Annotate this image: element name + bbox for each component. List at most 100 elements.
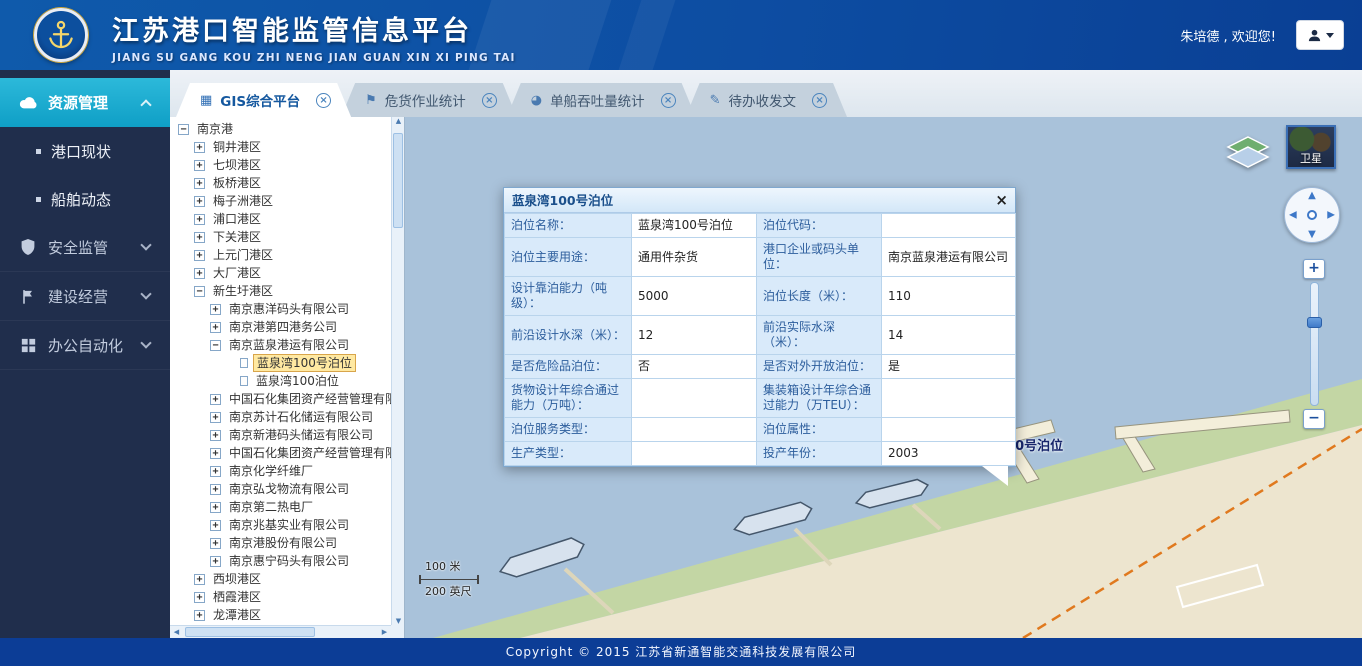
scroll-right-icon[interactable]: ▶	[378, 626, 391, 639]
tree-node[interactable]: +栖霞港区	[194, 588, 391, 606]
tree-expand-icon[interactable]: +	[210, 322, 221, 333]
map-type-button[interactable]	[1226, 135, 1270, 171]
tree-node[interactable]: +浦口港区	[194, 210, 391, 228]
tree-expand-icon[interactable]: +	[210, 412, 221, 423]
tree-node[interactable]: +中国石化集团资产经营管理有限公司	[210, 390, 391, 408]
table-row: 是否危险品泊位： 否 是否对外开放泊位： 是	[505, 355, 1016, 379]
tree-node[interactable]: +南京第二热电厂	[210, 498, 391, 516]
tab-close-icon[interactable]: ×	[812, 93, 827, 108]
document-icon: ✎	[710, 93, 721, 108]
scroll-left-icon[interactable]: ◀	[170, 626, 183, 639]
popup-close-button[interactable]: ×	[995, 191, 1008, 209]
sidebar-item-ship-dynamics[interactable]: 船舶动态	[0, 175, 170, 223]
tree-expand-icon[interactable]: +	[194, 232, 205, 243]
tab-ship-throughput-stats[interactable]: ◕ 单船吞吐量统计 ×	[507, 83, 696, 117]
tree-collapse-icon[interactable]: −	[194, 286, 205, 297]
tree-node[interactable]: 蓝泉湾100泊位	[240, 372, 391, 390]
sidebar-item-office-automation[interactable]: 办公自动化	[0, 321, 170, 370]
tree-node[interactable]: +南京新港码头储运有限公司	[210, 426, 391, 444]
tree-leaf-icon	[240, 358, 248, 368]
tab-close-icon[interactable]: ×	[316, 93, 331, 108]
tree-node[interactable]: +南京港第四港务公司	[210, 318, 391, 336]
tree-node[interactable]: −新生圩港区	[194, 282, 391, 300]
tree-expand-icon[interactable]: +	[194, 178, 205, 189]
tab-close-icon[interactable]: ×	[661, 93, 676, 108]
tree-collapse-icon[interactable]: −	[210, 340, 221, 351]
zoom-slider-handle[interactable]	[1307, 317, 1322, 328]
tree-expand-icon[interactable]: +	[210, 556, 221, 567]
scroll-up-icon[interactable]: ▲	[392, 117, 405, 125]
tree-node[interactable]: +南京苏计石化储运有限公司	[210, 408, 391, 426]
scrollbar-thumb[interactable]	[393, 133, 403, 228]
zoom-slider[interactable]	[1310, 282, 1319, 406]
tree-expand-icon[interactable]: +	[210, 538, 221, 549]
tree-node[interactable]: +板桥港区	[194, 174, 391, 192]
tree-node[interactable]: −南京蓝泉港运有限公司	[210, 336, 391, 354]
tree-expand-icon[interactable]: +	[210, 430, 221, 441]
tab-gis-platform[interactable]: ▦ GIS综合平台 ×	[176, 83, 351, 117]
tree-node[interactable]: +西坝港区	[194, 570, 391, 588]
tree-horizontal-scrollbar[interactable]: ◀ ▶	[170, 625, 391, 638]
tree-collapse-icon[interactable]: −	[178, 124, 189, 135]
tab-pending-documents[interactable]: ✎ 待办收发文 ×	[686, 83, 847, 117]
tree-node[interactable]: +梅子洲港区	[194, 192, 391, 210]
tree-node[interactable]: +铜井港区	[194, 138, 391, 156]
tree-expand-icon[interactable]: +	[194, 610, 205, 621]
tree-node[interactable]: +中国石化集团资产经营管理有限公司	[210, 444, 391, 462]
tree-expand-icon[interactable]: +	[194, 142, 205, 153]
tree-expand-icon[interactable]: +	[194, 214, 205, 225]
tree-node[interactable]: +七坝港区	[194, 156, 391, 174]
satellite-view-button[interactable]: 卫星	[1286, 125, 1336, 169]
tree-node-selected[interactable]: 蓝泉湾100号泊位	[240, 354, 391, 372]
tree-expand-icon[interactable]: +	[194, 592, 205, 603]
tree-expand-icon[interactable]: +	[210, 394, 221, 405]
zoom-out-button[interactable]: −	[1303, 409, 1325, 429]
pan-left-icon[interactable]: ◀	[1289, 210, 1297, 221]
tree-node[interactable]: +下关港区	[194, 228, 391, 246]
zoom-in-button[interactable]: +	[1303, 259, 1325, 279]
pan-up-icon[interactable]: ▲	[1308, 190, 1316, 201]
tree-node[interactable]: +大厂港区	[194, 264, 391, 282]
scrollbar-thumb[interactable]	[185, 627, 315, 637]
tree-expand-icon[interactable]: +	[194, 196, 205, 207]
tab-dangerous-cargo-stats[interactable]: ⚑ 危货作业统计 ×	[341, 83, 517, 117]
tree-expand-icon[interactable]: +	[210, 520, 221, 531]
tree-node[interactable]: +上元门港区	[194, 246, 391, 264]
tree-expand-icon[interactable]: +	[194, 268, 205, 279]
tree-node[interactable]: +南京惠洋码头有限公司	[210, 300, 391, 318]
tree-node[interactable]: +南京惠宁码头有限公司	[210, 552, 391, 570]
sidebar-item-resource-management[interactable]: 资源管理	[0, 78, 170, 127]
tree-expand-icon[interactable]: +	[194, 250, 205, 261]
tree-expand-icon[interactable]: +	[210, 466, 221, 477]
pan-right-icon[interactable]: ▶	[1327, 210, 1335, 221]
tab-close-icon[interactable]: ×	[482, 93, 497, 108]
tree-node[interactable]: +南京化学纤维厂	[210, 462, 391, 480]
tree-expand-icon[interactable]: +	[210, 484, 221, 495]
pan-down-icon[interactable]: ▼	[1308, 229, 1316, 240]
user-menu-button[interactable]	[1296, 20, 1344, 50]
tree-node[interactable]: +南京港股份有限公司	[210, 534, 391, 552]
chevron-down-icon	[140, 288, 151, 299]
sidebar-item-port-status[interactable]: 港口现状	[0, 127, 170, 175]
tree-expand-icon[interactable]: +	[210, 502, 221, 513]
pan-control[interactable]: ▲ ▼ ◀ ▶	[1284, 187, 1340, 243]
tree-expand-icon[interactable]: +	[210, 448, 221, 459]
table-row: 设计靠泊能力（吨级）： 5000 泊位长度（米）： 110	[505, 277, 1016, 316]
tree-expand-icon[interactable]: +	[194, 160, 205, 171]
tree-node[interactable]: +龙潭港区	[194, 606, 391, 624]
table-row: 货物设计年综合通过能力（万吨）： 集装箱设计年综合通过能力（万TEU）：	[505, 379, 1016, 418]
tree-node[interactable]: −南京港	[178, 120, 391, 138]
info-label-cell: 泊位主要用途：	[505, 238, 632, 277]
map-canvas[interactable]: 蓝泉湾100号泊位 100 米 200 英尺 卫星 ▲	[405, 117, 1362, 638]
tree-node[interactable]: +南京弘戈物流有限公司	[210, 480, 391, 498]
tree-expand-icon[interactable]: +	[210, 304, 221, 315]
tree-expand-icon[interactable]: +	[194, 574, 205, 585]
welcome-text: 朱培德 , 欢迎您!	[1180, 26, 1276, 45]
pan-center-icon[interactable]	[1307, 210, 1317, 220]
tree-node[interactable]: +南京兆基实业有限公司	[210, 516, 391, 534]
scroll-down-icon[interactable]: ▼	[392, 617, 405, 625]
sidebar-item-construction-operation[interactable]: 建设经营	[0, 272, 170, 321]
tree-vertical-scrollbar[interactable]: ▲ ▼	[391, 117, 404, 625]
app-window: 江苏港口智能监管信息平台 JIANG SU GANG KOU ZHI NENG …	[0, 0, 1362, 666]
sidebar-item-safety-supervision[interactable]: 安全监管	[0, 223, 170, 272]
